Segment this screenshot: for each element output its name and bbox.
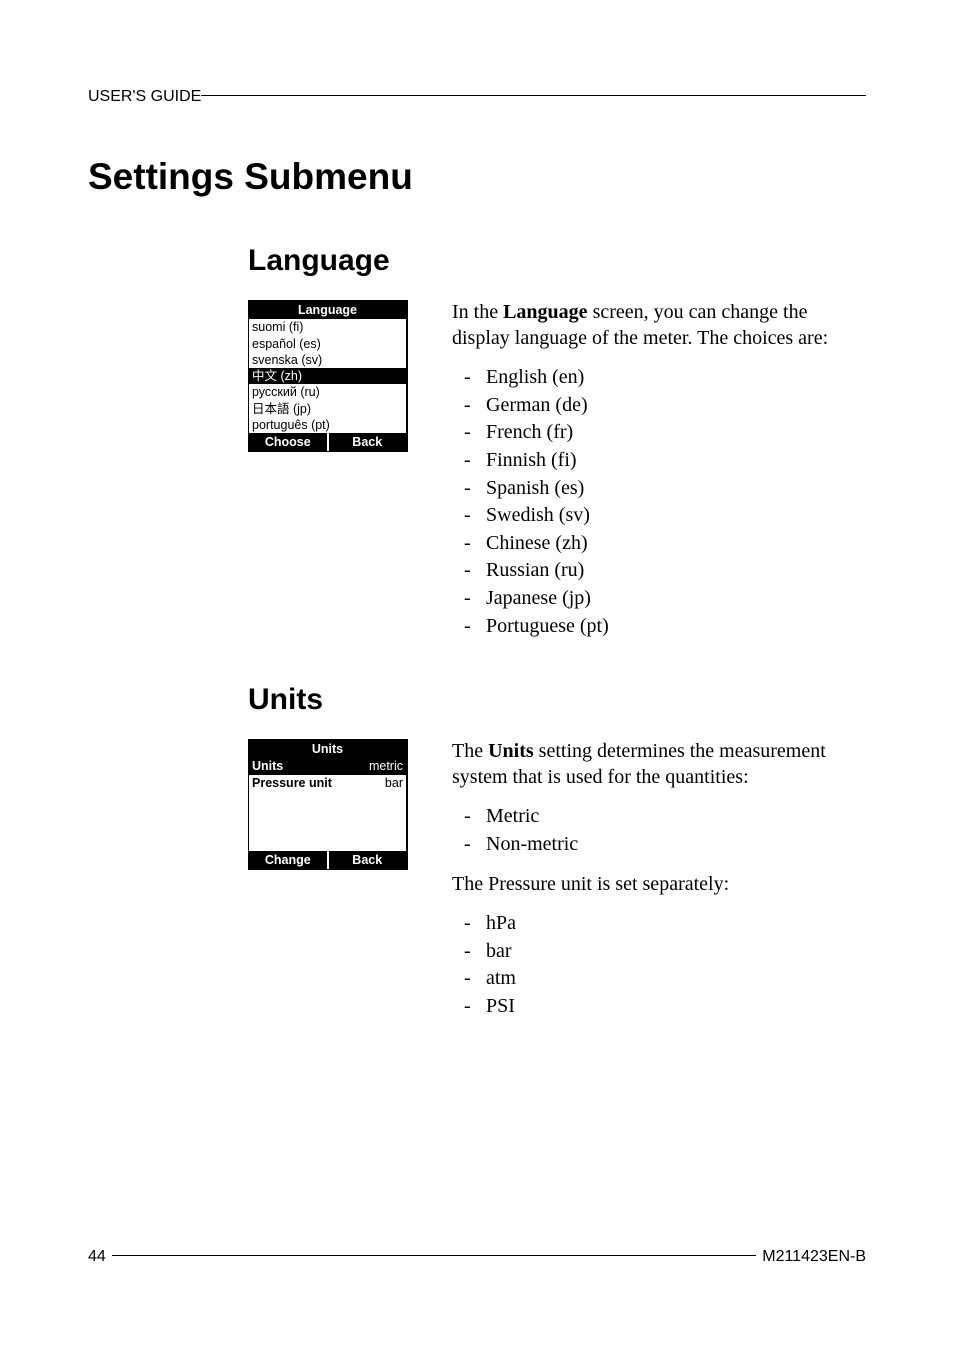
list-item: Portuguese (pt): [458, 614, 866, 640]
lcd-titlebar: Units: [249, 740, 406, 758]
softkey-left[interactable]: Change: [249, 851, 327, 869]
document-id: M211423EN-B: [762, 1248, 866, 1266]
units-lcd: Units Units metric Pressure unit bar Cha…: [248, 739, 408, 870]
lcd-row-selected: Units metric: [249, 758, 406, 774]
list-item: Japanese (jp): [458, 586, 866, 612]
lcd-row-label: Pressure unit: [252, 775, 332, 791]
list-item: hPa: [458, 911, 866, 937]
running-header: USER'S GUIDE: [88, 88, 866, 106]
footer-rule: [112, 1255, 756, 1256]
language-text: In the Language screen, you can change t…: [452, 300, 866, 653]
language-paragraph: In the Language screen, you can change t…: [452, 300, 866, 351]
lcd-row-value: bar: [385, 775, 403, 791]
lcd-row: Pressure unit bar: [249, 775, 406, 791]
lcd-blank-area: [249, 791, 406, 851]
list-item: French (fr): [458, 420, 866, 446]
units-list-2: hPa bar atm PSI: [452, 911, 866, 1019]
softkey-left[interactable]: Choose: [249, 433, 327, 451]
list-item: PSI: [458, 994, 866, 1020]
units-list-1: Metric Non-metric: [452, 804, 866, 857]
list-item: Spanish (es): [458, 476, 866, 502]
list-item: English (en): [458, 365, 866, 391]
header-title: USER'S GUIDE: [88, 88, 201, 106]
list-item: Swedish (sv): [458, 503, 866, 529]
language-block: Language suomi (fi) español (es) svenska…: [88, 300, 866, 653]
units-screenshot-col: Units Units metric Pressure unit bar Cha…: [248, 739, 428, 870]
lcd-list-item: português (pt): [249, 417, 406, 433]
units-paragraph-1: The Units setting determines the measure…: [452, 739, 866, 790]
lcd-list-item: español (es): [249, 336, 406, 352]
lcd-titlebar: Language: [249, 301, 406, 319]
lcd-body: suomi (fi) español (es) svenska (sv) 中文 …: [249, 319, 406, 433]
lcd-row-value: metric: [369, 758, 403, 774]
page: USER'S GUIDE Settings Submenu Language L…: [0, 0, 954, 1350]
units-paragraph-2: The Pressure unit is set separately:: [452, 872, 866, 898]
language-list: English (en) German (de) French (fr) Fin…: [452, 365, 866, 639]
list-item: Finnish (fi): [458, 448, 866, 474]
lcd-softkey-bar: Change Back: [249, 851, 406, 869]
list-item: Non-metric: [458, 832, 866, 858]
units-block: Units Units metric Pressure unit bar Cha…: [88, 739, 866, 1033]
softkey-right[interactable]: Back: [329, 851, 407, 869]
lcd-list-item: suomi (fi): [249, 319, 406, 335]
section-title: Settings Submenu: [88, 156, 866, 198]
lcd-list-item: русский (ru): [249, 384, 406, 400]
lcd-row-label: Units: [252, 758, 283, 774]
softkey-right[interactable]: Back: [329, 433, 407, 451]
list-item: Chinese (zh): [458, 531, 866, 557]
units-text: The Units setting determines the measure…: [452, 739, 866, 1033]
language-lcd: Language suomi (fi) español (es) svenska…: [248, 300, 408, 452]
list-item: German (de): [458, 393, 866, 419]
lcd-list-item-selected: 中文 (zh): [249, 368, 406, 384]
units-heading: Units: [248, 683, 866, 717]
header-rule: [201, 95, 866, 96]
running-footer: 44 M211423EN-B: [88, 1248, 866, 1266]
language-screenshot-col: Language suomi (fi) español (es) svenska…: [248, 300, 428, 452]
lcd-softkey-bar: Choose Back: [249, 433, 406, 451]
list-item: atm: [458, 966, 866, 992]
lcd-list-item: 日本語 (jp): [249, 401, 406, 417]
list-item: Russian (ru): [458, 558, 866, 584]
lcd-list-item: svenska (sv): [249, 352, 406, 368]
list-item: Metric: [458, 804, 866, 830]
lcd-body: Units metric Pressure unit bar: [249, 758, 406, 851]
list-item: bar: [458, 939, 866, 965]
page-number: 44: [88, 1248, 106, 1266]
language-heading: Language: [248, 244, 866, 278]
